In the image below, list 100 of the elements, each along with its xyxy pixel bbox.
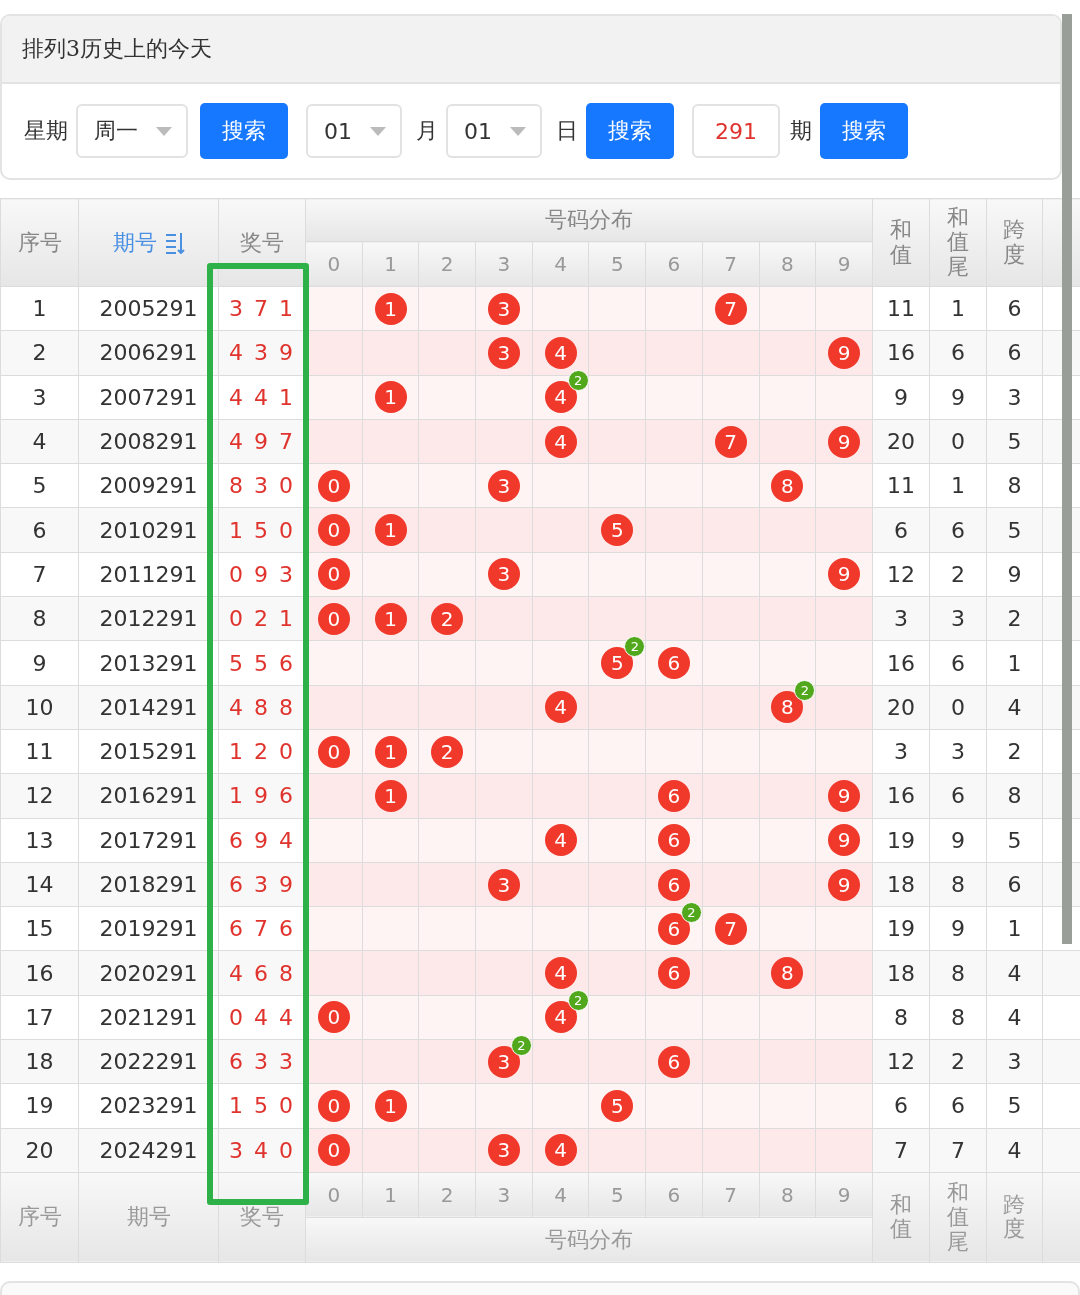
caret-icon: [156, 126, 172, 136]
winning-number: 1 5 0: [229, 517, 295, 543]
table-cell: 3: [32, 384, 47, 410]
table-cell: 2007291: [99, 384, 198, 410]
issue-input[interactable]: 291: [692, 104, 780, 158]
dropdown[interactable]: 01: [446, 104, 542, 158]
table-cell: 8: [32, 606, 47, 632]
table-cell: 3: [950, 606, 965, 632]
column-header: 4: [554, 252, 567, 276]
dropdown[interactable]: 01: [306, 104, 402, 158]
column-header: 0: [327, 252, 341, 276]
table-cell: 6: [1007, 872, 1022, 897]
table-cell: 7: [32, 561, 47, 587]
table-cell: 7: [950, 1137, 965, 1163]
winning-number: 4 8 8: [229, 694, 295, 720]
number-ball: 3: [487, 558, 520, 591]
table-cell: 6: [893, 1093, 908, 1119]
winning-number: 4 6 8: [229, 960, 295, 986]
table-cell: 2014291: [99, 694, 198, 720]
number-ball: 9: [828, 779, 861, 812]
table-cell: 16: [886, 650, 915, 676]
search-button[interactable]: 搜索: [820, 103, 908, 159]
column-header: 6: [667, 252, 681, 276]
number-ball: 5: [601, 1090, 634, 1122]
number-ball: 7: [714, 425, 747, 458]
number-ball: 0: [317, 1134, 350, 1167]
table-cell: 4: [32, 429, 47, 455]
column-header: 0: [327, 1182, 341, 1207]
table-cell: 2018291: [99, 872, 198, 897]
table-cell: 6: [1007, 296, 1022, 322]
winning-number: 6 3 3: [229, 1049, 295, 1075]
number-ball: 9: [828, 868, 861, 901]
table-cell: 2: [950, 561, 965, 587]
search-button[interactable]: 搜索: [200, 103, 288, 159]
table-cell: 15: [25, 916, 54, 942]
column-header: 号码分布: [545, 207, 633, 232]
number-ball: 1: [374, 1090, 407, 1122]
table-cell: 2009291: [99, 473, 198, 499]
table-cell: 18: [886, 960, 915, 986]
table-cell: 16: [25, 960, 54, 986]
winning-number: 1 2 0: [229, 739, 295, 765]
table-cell: 13: [25, 827, 54, 853]
column-header: 9: [837, 1182, 851, 1207]
table-cell: 9: [950, 384, 965, 410]
number-ball: 6: [657, 647, 690, 679]
table-cell: 5: [32, 473, 47, 499]
table-cell: 6: [950, 517, 965, 543]
table-cell: 6: [32, 517, 47, 543]
table-cell: 0: [950, 694, 965, 720]
winning-number: 0 4 4: [229, 1004, 295, 1030]
table-cell: 10: [25, 694, 54, 720]
table-cell: 16: [886, 340, 915, 366]
table-cell: 9: [950, 827, 965, 853]
column-header: 奖号: [240, 1204, 284, 1230]
search-button[interactable]: 搜索: [586, 103, 674, 159]
column-header: 序号: [17, 229, 62, 255]
table-cell: 8: [950, 960, 965, 986]
number-ball: 6: [657, 957, 690, 990]
sort-icon: [164, 231, 185, 254]
table-cell: 4: [1007, 1137, 1022, 1163]
number-ball: 1: [374, 779, 407, 812]
number-ball: 0: [317, 514, 350, 547]
number-ball: 0: [317, 735, 350, 768]
table-cell: 3: [893, 739, 908, 765]
field-label: 星期: [24, 117, 68, 145]
number-ball: 6: [657, 868, 690, 901]
table-cell: 6: [1007, 340, 1022, 366]
table-cell: 11: [25, 739, 54, 765]
column-header: 2: [440, 1182, 454, 1207]
table-cell: 2016291: [99, 783, 198, 809]
number-ball: 4: [544, 824, 577, 857]
sort-header[interactable]: 期号: [112, 227, 185, 258]
table-cell: 8: [1007, 783, 1022, 809]
winning-number: 6 9 4: [229, 827, 295, 853]
table-cell: 5: [1007, 827, 1022, 853]
table-cell: 2022291: [99, 1049, 198, 1075]
column-header: 8: [780, 252, 794, 276]
column-header: 期号: [126, 1204, 171, 1230]
table-cell: 12: [25, 783, 54, 809]
scrollbar[interactable]: [1062, 14, 1072, 944]
dropdown[interactable]: 周一: [76, 104, 188, 158]
table-cell: 6: [950, 340, 965, 366]
number-ball: 6: [657, 779, 690, 812]
column-header: 和值: [889, 1193, 912, 1242]
table-cell: 3: [1007, 1049, 1022, 1075]
number-ball: 0: [317, 602, 350, 635]
column-header: 7: [724, 252, 737, 276]
table-cell: 2005291: [99, 296, 198, 322]
table-cell: 5: [1007, 517, 1022, 543]
number-ball: 0: [317, 1001, 350, 1034]
table-cell: 7: [893, 1137, 908, 1163]
number-ball: 9: [828, 558, 861, 591]
column-header: 3: [497, 1182, 511, 1207]
number-ball: 1: [374, 381, 407, 414]
number-ball: 8: [771, 957, 804, 990]
table-cell: 3: [950, 739, 965, 765]
number-ball: 3: [487, 336, 520, 369]
number-ball: 4: [544, 425, 577, 458]
column-header: 3: [497, 252, 511, 276]
table-cell: 11: [886, 473, 915, 499]
